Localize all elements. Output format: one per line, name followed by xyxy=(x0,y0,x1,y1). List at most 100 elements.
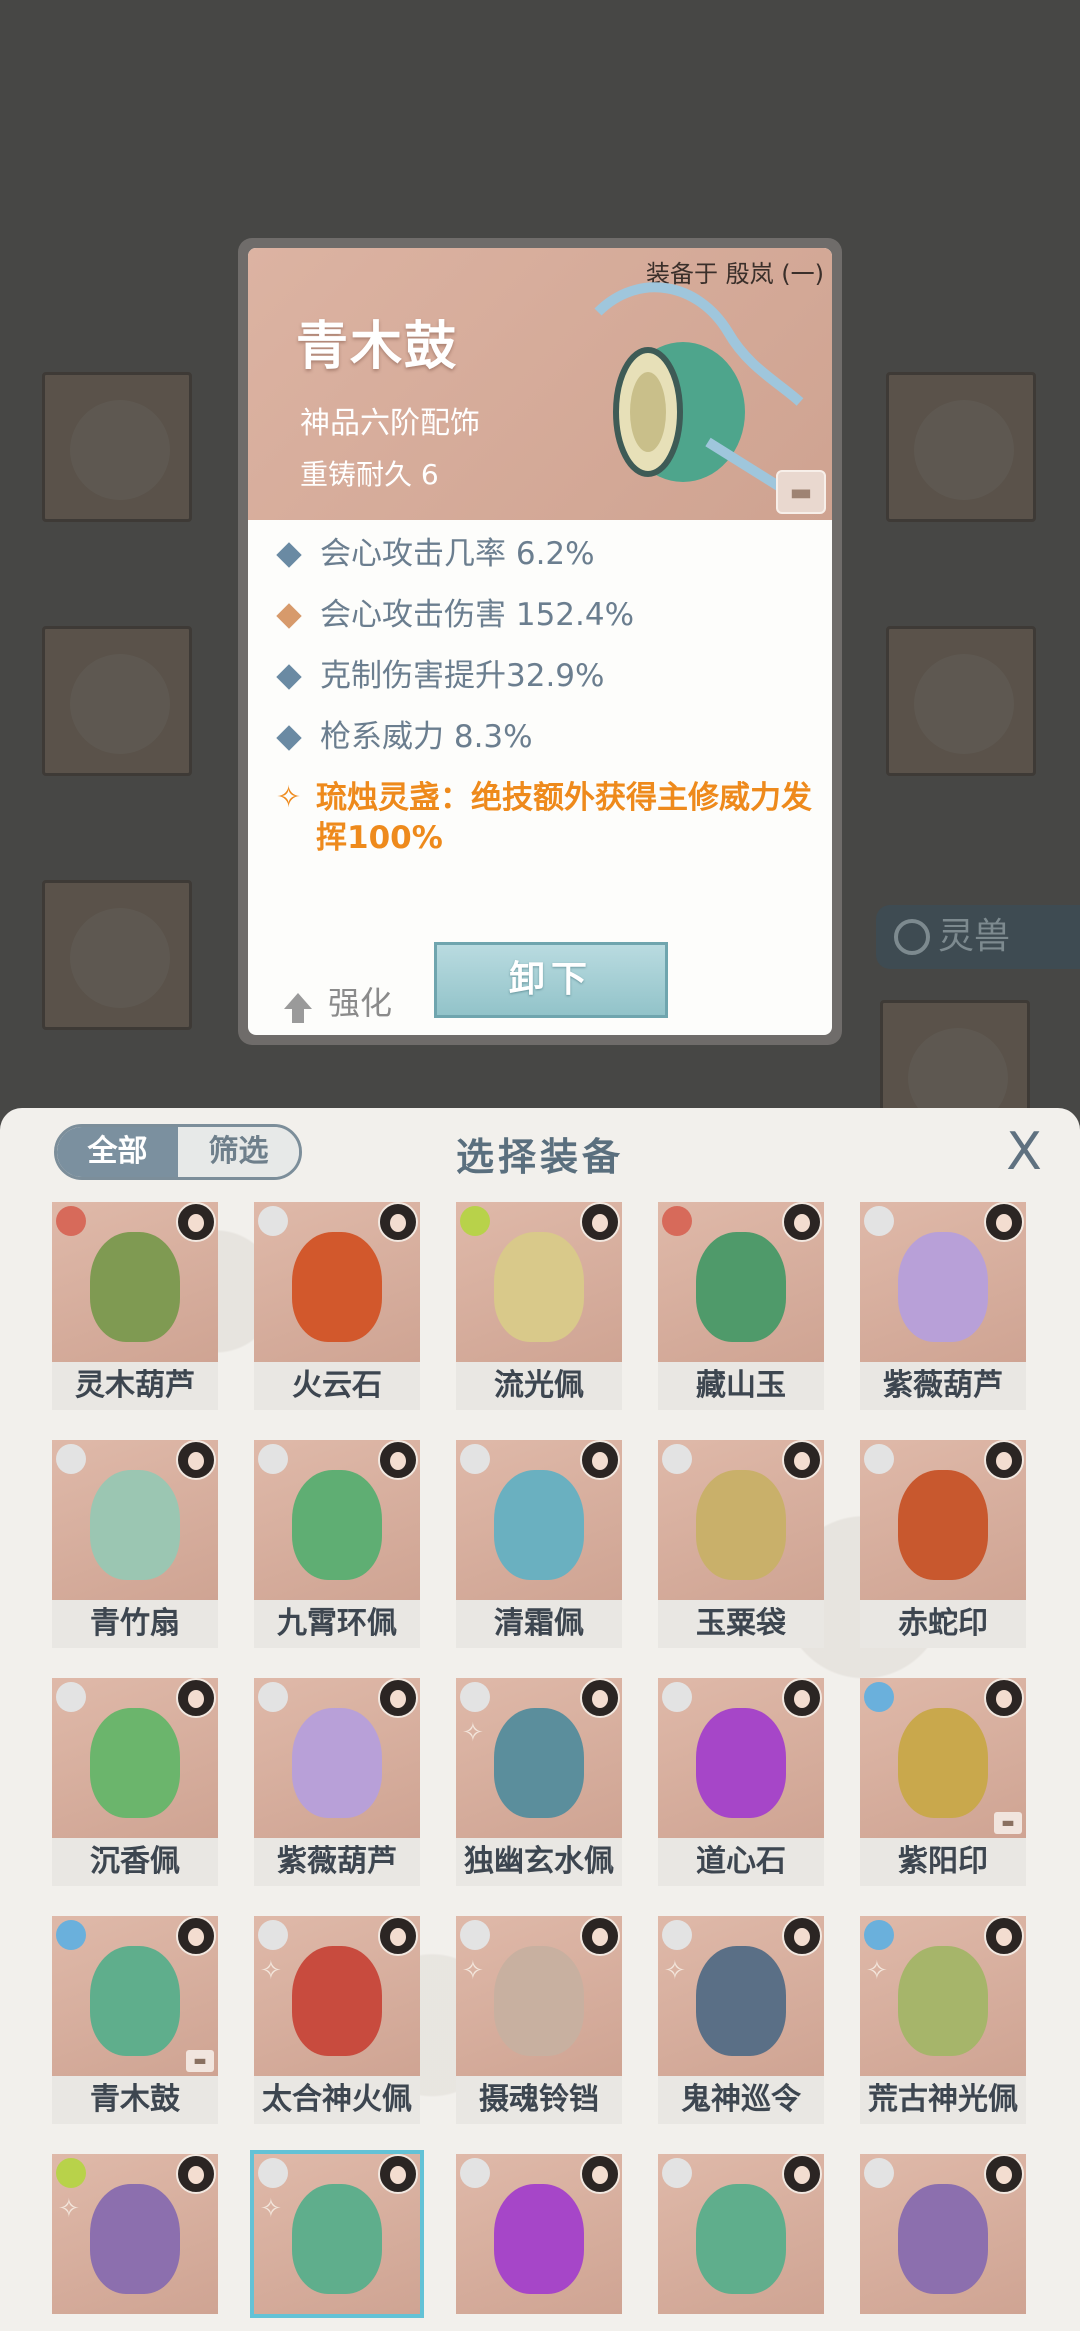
element-type-icon xyxy=(662,1206,692,1236)
select-equipment-panel: 全部 筛选 选择装备 X 灵木葫芦 火云石 流光佩 藏山玉 紫薇葫芦 青竹扇 九霄环佩 清霜佩… xyxy=(0,1108,1080,2331)
equip-slot-weapon xyxy=(42,372,192,522)
item-art xyxy=(254,1678,420,1838)
item-icon xyxy=(696,1470,786,1580)
item-icon xyxy=(898,1946,988,2056)
equipment-item[interactable]: ✧ 鬼神巡令 xyxy=(658,1916,824,2126)
equipment-item[interactable]: 紫薇葫芦 xyxy=(860,1202,1026,1412)
equipment-item[interactable] xyxy=(456,2154,622,2331)
owner-avatar xyxy=(782,2154,822,2194)
equipment-item[interactable]: 紫薇葫芦 xyxy=(254,1678,420,1888)
item-art xyxy=(52,1440,218,1600)
equipment-item[interactable]: ✧ xyxy=(52,2154,218,2331)
equipment-item[interactable]: 九霄环佩 xyxy=(254,1440,420,1650)
equipment-item[interactable]: 沉香佩 xyxy=(52,1678,218,1888)
owner-avatar xyxy=(176,2154,216,2194)
equipment-item[interactable]: 道心石 xyxy=(658,1678,824,1888)
owner-avatar xyxy=(378,1678,418,1718)
arrow-up-icon xyxy=(284,993,312,1023)
equipment-item[interactable]: 玉粟袋 xyxy=(658,1440,824,1650)
owner-avatar xyxy=(378,1916,418,1956)
special-effect-icon: ✧ xyxy=(260,2194,282,2224)
owner-avatar xyxy=(378,1440,418,1480)
element-type-icon xyxy=(258,1206,288,1236)
equipment-item[interactable]: 流光佩 xyxy=(456,1202,622,1412)
equipment-item[interactable]: ✧ xyxy=(250,2150,424,2331)
owner-avatar xyxy=(984,2154,1024,2194)
item-art xyxy=(860,1202,1026,1362)
item-grade: 神品六阶配饰 xyxy=(300,406,480,441)
equipment-item[interactable]: 赤蛇印 xyxy=(860,1440,1026,1650)
special-effect-icon: ✧ xyxy=(462,1718,484,1748)
owner-avatar xyxy=(580,2154,620,2194)
equipment-item[interactable]: 青竹扇 xyxy=(52,1440,218,1650)
special-effect-icon: ✧ xyxy=(276,780,302,815)
equipment-detail-card: 装备于 殷岚 (一) 青木鼓 神品六阶配饰 重铸耐久 6 ▬ 会心攻击几率 6.… xyxy=(238,238,842,1045)
stat-text: 克制伤害提升32.9% xyxy=(320,658,605,694)
equipment-item[interactable]: ▬ 紫阳印 xyxy=(860,1678,1026,1888)
item-name-label: 九霄环佩 xyxy=(254,1600,420,1648)
item-name-label: 灵木葫芦 xyxy=(52,1362,218,1410)
equipment-item[interactable]: 清霜佩 xyxy=(456,1440,622,1650)
diamond-icon xyxy=(276,664,302,690)
owner-avatar xyxy=(378,1202,418,1242)
special-effect-icon: ✧ xyxy=(664,1956,686,1986)
element-type-icon xyxy=(56,2158,86,2188)
equipment-item[interactable]: ✧ 荒古神光佩 xyxy=(860,1916,1026,2126)
element-type-icon xyxy=(662,1682,692,1712)
element-type-icon xyxy=(460,1682,490,1712)
item-name-label: 摄魂铃铛 xyxy=(456,2076,622,2124)
equipment-item[interactable]: ✧ 摄魂铃铛 xyxy=(456,1916,622,2126)
equip-slot-armor xyxy=(42,626,192,776)
lock-icon[interactable]: ▬ xyxy=(776,470,826,514)
item-name-label: 清霜佩 xyxy=(456,1600,622,1648)
element-type-icon xyxy=(864,2158,894,2188)
owner-avatar xyxy=(782,1202,822,1242)
equipment-item[interactable]: 灵木葫芦 xyxy=(52,1202,218,1412)
item-icon xyxy=(292,1708,382,1818)
stat-row: 克制伤害提升32.9% xyxy=(276,656,832,717)
upgrade-label: 强化 xyxy=(328,984,393,1022)
upgrade-button[interactable]: 强化 xyxy=(284,978,392,1024)
equip-slot-pet xyxy=(880,1000,1030,1110)
equipment-item[interactable] xyxy=(658,2154,824,2331)
item-art xyxy=(52,1678,218,1838)
equipment-item[interactable]: ✧ 太合神火佩 xyxy=(254,1916,420,2126)
element-type-icon xyxy=(864,1206,894,1236)
item-icon xyxy=(898,2184,988,2294)
element-type-icon xyxy=(258,1682,288,1712)
item-art xyxy=(52,1202,218,1362)
owner-avatar xyxy=(580,1440,620,1480)
stat-row: 枪系威力 8.3% xyxy=(276,717,832,778)
lock-icon: ▬ xyxy=(186,2050,214,2072)
item-art xyxy=(658,1202,824,1362)
stat-text: 会心攻击伤害 152.4% xyxy=(320,597,635,633)
equipment-item[interactable] xyxy=(860,2154,1026,2331)
owner-avatar xyxy=(782,1678,822,1718)
unequip-button[interactable]: 卸下 xyxy=(434,942,668,1018)
item-icon xyxy=(696,1232,786,1342)
item-art xyxy=(658,1440,824,1600)
item-art: ✧ xyxy=(250,2150,424,2318)
element-type-icon xyxy=(460,1206,490,1236)
element-type-icon xyxy=(56,1444,86,1474)
element-type-icon xyxy=(258,1444,288,1474)
owner-avatar xyxy=(580,1678,620,1718)
element-type-icon xyxy=(258,1920,288,1950)
owner-avatar xyxy=(782,1440,822,1480)
equipment-item[interactable]: 火云石 xyxy=(254,1202,420,1412)
owner-avatar xyxy=(176,1916,216,1956)
owner-avatar xyxy=(984,1202,1024,1242)
equipment-item[interactable]: ✧ 独幽玄水佩 xyxy=(456,1678,622,1888)
item-name-label: 玉粟袋 xyxy=(658,1600,824,1648)
equipment-item[interactable]: 藏山玉 xyxy=(658,1202,824,1412)
diamond-icon xyxy=(276,542,302,568)
equipment-item[interactable]: ▬ 青木鼓 xyxy=(52,1916,218,2126)
close-button[interactable]: X xyxy=(998,1126,1050,1178)
special-effect-text: 琉烛灵盏：绝技额外获得主修威力发挥100% xyxy=(316,780,812,856)
stat-row: 会心攻击伤害 152.4% xyxy=(276,595,832,656)
item-icon xyxy=(494,1708,584,1818)
item-icon xyxy=(696,2184,786,2294)
lock-icon: ▬ xyxy=(994,1812,1022,1834)
item-icon xyxy=(898,1470,988,1580)
item-art xyxy=(254,1202,420,1362)
